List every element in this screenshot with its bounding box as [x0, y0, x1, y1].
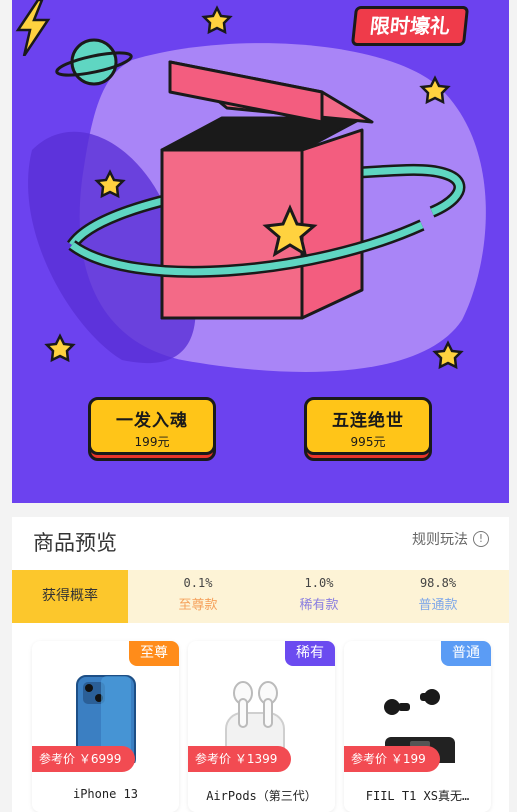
product-name: iPhone 13: [72, 787, 139, 801]
product-card[interactable]: 稀有 参考价 ￥1399 AirPods（第三代）: [188, 641, 335, 812]
five-draw-price: 995元: [350, 435, 386, 449]
tier-rare: 1.0% 稀有款: [259, 576, 379, 613]
product-name: FIIL T1 XS真无…: [365, 789, 470, 803]
tier-common: 98.8% 普通款: [378, 576, 498, 613]
tier-percent: 98.8%: [419, 576, 457, 590]
section-title: 商品预览: [33, 531, 117, 555]
tier-name: 普通款: [418, 598, 458, 613]
five-draw-title: 五连绝世: [332, 411, 404, 431]
single-draw-title: 一发入魂: [116, 411, 188, 431]
product-name: AirPods（第三代）: [206, 789, 317, 803]
rules-link[interactable]: 规则玩法 !: [412, 529, 489, 549]
product-list: 至尊 参考价 ￥6999 iPhone 13 稀有 参考价 ￥1399 AirP…: [32, 641, 492, 812]
probability-row: 获得概率 0.1% 至尊款 1.0% 稀有款 98.8% 普通款: [12, 570, 509, 623]
button-face: 一发入魂 199元: [88, 397, 216, 455]
tier-name: 至尊款: [178, 598, 218, 613]
five-draw-button[interactable]: 五连绝世 995元: [304, 397, 432, 461]
product-preview-panel: 商品预览 规则玩法 ! 获得概率 0.1% 至尊款 1.0% 稀有款 98.8%…: [12, 517, 509, 812]
reference-price: 参考价 ￥199: [344, 746, 440, 772]
hero-banner: 限时壕礼 一发入魂 199元 五连绝世 995元: [12, 0, 509, 503]
lightning-icon: [15, 0, 51, 56]
tier-supreme: 0.1% 至尊款: [138, 576, 258, 613]
rules-label: 规则玩法: [412, 532, 468, 548]
probability-label: 获得概率: [12, 570, 128, 623]
tier-percent: 0.1%: [183, 576, 213, 590]
limited-gift-badge: 限时壕礼: [350, 6, 470, 46]
reference-price: 参考价 ￥1399: [188, 746, 292, 772]
tier-percent: 1.0%: [304, 576, 334, 590]
info-icon: !: [473, 531, 489, 547]
single-draw-price: 199元: [134, 435, 170, 449]
single-draw-button[interactable]: 一发入魂 199元: [88, 397, 216, 461]
product-card[interactable]: 至尊 参考价 ￥6999 iPhone 13: [32, 641, 179, 812]
button-face: 五连绝世 995元: [304, 397, 432, 455]
reference-price: 参考价 ￥6999: [32, 746, 136, 772]
product-card[interactable]: 普通 参考价 ￥199 FIIL T1 XS真无…: [344, 641, 491, 812]
gift-box-illustration: [28, 5, 486, 372]
tier-name: 稀有款: [299, 598, 339, 613]
